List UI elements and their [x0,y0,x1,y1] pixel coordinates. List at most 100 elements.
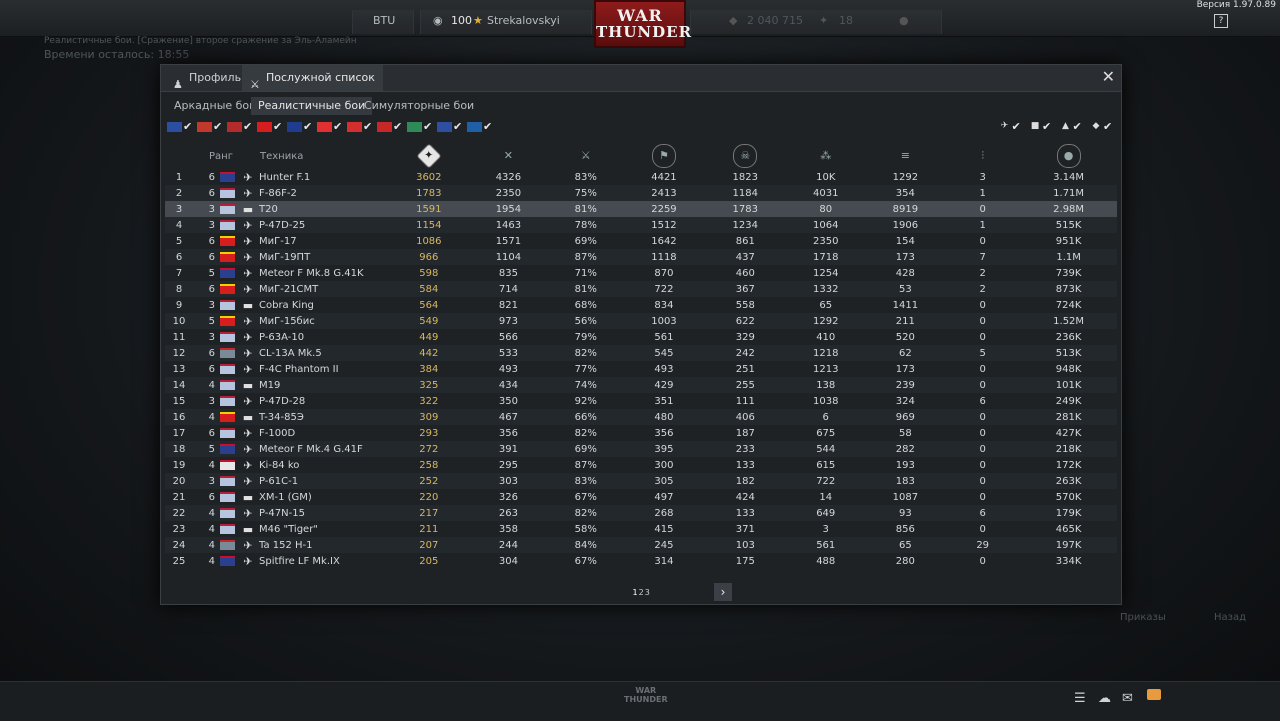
row-stat: 172K [1055,459,1082,471]
table-row[interactable]: 8 6 ✈ МиГ-21СМТ 584 714 81% 722 367 1332 53 2 873K [165,281,1117,297]
col-deaths[interactable]: ☠ [705,143,786,169]
table-row[interactable]: 18 5 ✈ Meteor F Mk.4 G.41F 272 391 69% 395 233 54… [165,441,1117,457]
country-flag-icon[interactable] [467,122,482,132]
mode-tab-arcade[interactable]: Аркадные бои [167,97,263,115]
row-stat: 1718 [785,249,866,265]
table-row[interactable]: 7 5 ✈ Meteor F Mk.8 G.41K 598 835 71% 870 460 125… [165,265,1117,281]
col-time[interactable]: ● [1020,143,1117,169]
check-icon[interactable]: ✔ [393,121,406,133]
table-row[interactable]: 23 4 ▬ M46 "Tiger" 211 358 58% 415 371 3 856 0 465K [165,521,1117,537]
back-button[interactable]: Назад [1214,612,1246,623]
table-row[interactable]: 14 4 ▬ M19 325 434 74% 429 255 138 239 0 101K [165,377,1117,393]
row-stat: 1.1M [1020,249,1117,265]
page-1[interactable]: 1 [633,588,638,597]
table-row[interactable]: 1 6 ✈ Hunter F.1 3602 4326 83% 4421 1823 10K 1292 3… [165,169,1117,185]
table-row[interactable]: 20 3 ✈ P-61C-1 252 303 83% 305 182 722 183 0 263K [165,473,1117,489]
check-icon[interactable]: ✔ [243,121,256,133]
table-row[interactable]: 3 3 ▬ T20 1591 1954 81% 2259 1783 80 8919 0 2.98M [165,201,1117,217]
currency-segment[interactable]: BTU [352,10,414,34]
country-flag-icon[interactable] [347,122,362,132]
row-flag [217,329,237,345]
squad-icon[interactable]: ☁ [1098,691,1111,706]
currency-bar[interactable]: ◆ 2 040 715 ✦ 18 ● [690,10,942,34]
country-flag-icon[interactable] [167,122,182,132]
row-stat: 304 [498,555,518,567]
spaa-filter-icon[interactable]: ▲ [1060,121,1072,133]
table-row[interactable]: 25 4 ✈ Spitfire LF Mk.IX 205 304 67% 314 175 488 2… [165,553,1117,569]
page-3[interactable]: 3 [645,588,650,597]
table-row[interactable]: 19 4 ✈ Ki-84 ko 258 295 87% 300 133 615 193 0 172K [165,457,1117,473]
table-row[interactable]: 5 6 ✈ МиГ-17 1086 1571 69% 1642 861 2350 154 0 951K [165,233,1117,249]
check-icon[interactable]: ✔ [1012,121,1025,133]
table-row[interactable]: 6 6 ✈ МиГ-19ПТ 966 1104 87% 1118 437 1718 173 7 1.1M [165,249,1117,265]
player-segment[interactable]: ◉ 100 ★ Strekalovskyi [420,10,592,34]
tab-service-record[interactable]: ⚔ Послужной список [242,65,383,91]
row-stat: 873K [1020,281,1117,297]
mail-icon[interactable] [1147,689,1161,700]
col-spawns[interactable]: ✕ [469,143,549,169]
check-icon[interactable]: ✔ [273,121,286,133]
country-flag-icon[interactable] [437,122,452,132]
check-icon[interactable]: ✔ [1042,121,1055,133]
row-stat: 309 [389,409,469,425]
country-flag-icon[interactable] [257,122,272,132]
row-stat: 856 [895,523,915,535]
table-row[interactable]: 12 6 ✈ CL-13A Mk.5 442 533 82% 545 242 1218 62 5 513… [165,345,1117,361]
row-stat: 410 [816,331,836,343]
tab-profile[interactable]: ♟ Профиль [165,65,249,91]
check-icon[interactable]: ✔ [213,121,226,133]
check-icon[interactable]: ✔ [363,121,376,133]
table-row[interactable]: 13 6 ✈ F-4C Phantom II 384 493 77% 493 251 1213 17… [165,361,1117,377]
orders-button[interactable]: Приказы [1120,612,1166,623]
col-ground-kills[interactable]: ≡ [866,143,946,169]
check-icon[interactable]: ✔ [333,121,346,133]
country-flag-icon[interactable] [287,122,302,132]
mode-tab-simulator[interactable]: Симуляторные бои [357,97,481,115]
page-2[interactable]: 2 [639,588,644,597]
col-rank[interactable]: Ранг [193,143,237,169]
aircraft-filter-icon[interactable]: ✈ [999,121,1011,133]
country-flag-icon[interactable] [407,122,422,132]
check-icon[interactable]: ✔ [483,121,496,133]
ship-filter-icon[interactable]: ◆ [1090,121,1102,133]
table-row[interactable]: 16 4 ▬ T-34-85Э 309 467 66% 480 406 6 969 0 281K [165,409,1117,425]
col-flights[interactable]: ⚑ [623,143,704,169]
table-row[interactable]: 15 3 ✈ P-47D-28 322 350 92% 351 111 1038 324 6 249K [165,393,1117,409]
country-flag-icon[interactable] [197,122,212,132]
country-flag-icon[interactable] [377,122,392,132]
table-row[interactable]: 22 4 ✈ P-47N-15 217 263 82% 268 133 649 93 6 179K [165,505,1117,521]
table-row[interactable]: 4 3 ✈ P-47D-25 1154 1463 78% 1512 1234 1064 1906 1 5… [165,217,1117,233]
check-icon[interactable]: ✔ [183,121,196,133]
check-icon[interactable]: ✔ [423,121,436,133]
help-button[interactable]: ? [1214,14,1228,28]
row-stat: 293 [419,427,439,439]
row-vehicle: F-86F-2 [259,185,389,201]
col-battles[interactable]: ✦ [389,143,469,169]
row-stat: 442 [389,345,469,361]
check-icon[interactable]: ✔ [453,121,466,133]
row-stat: 428 [895,267,915,279]
check-icon[interactable]: ✔ [1073,121,1086,133]
table-row[interactable]: 17 6 ✈ F-100D 293 356 82% 356 187 675 58 0 427K [165,425,1117,441]
table-row[interactable]: 10 5 ✈ МиГ-15бис 549 973 56% 1003 622 1292 211 0 1.5… [165,313,1117,329]
check-icon[interactable]: ✔ [303,121,316,133]
war-thunder-logo[interactable]: WAR THUNDER [594,0,691,48]
mode-tab-realistic[interactable]: Реалистичные бои [251,97,373,115]
table-row[interactable]: 9 3 ▬ Cobra King 564 821 68% 834 558 65 1411 0 724K [165,297,1117,313]
col-victory-ratio[interactable]: ⚔ [548,143,623,169]
col-naval-kills[interactable]: ⫶ [945,143,1020,169]
chat-icon[interactable]: ✉ [1122,691,1133,706]
table-row[interactable]: 11 3 ✈ P-63A-10 449 566 79% 561 329 410 520 0 236K [165,329,1117,345]
list-icon[interactable]: ☰ [1074,691,1086,706]
table-row[interactable]: 21 6 ▬ XM-1 (GM) 220 326 67% 497 424 14 1087 0 570K [165,489,1117,505]
col-air-kills[interactable]: ⁂ [786,143,866,169]
check-icon[interactable]: ✔ [1103,121,1116,133]
table-row[interactable]: 2 6 ✈ F-86F-2 1783 2350 75% 2413 1184 4031 354 1 1.7… [165,185,1117,201]
close-icon[interactable]: ✕ [1102,69,1115,85]
next-page-button[interactable]: › [714,583,732,601]
country-flag-icon[interactable] [227,122,242,132]
country-flag-icon[interactable] [317,122,332,132]
table-row[interactable]: 24 4 ✈ Ta 152 H-1 207 244 84% 245 103 561 65 29 197K [165,537,1117,553]
col-vehicle[interactable]: Техника [259,143,389,169]
tank-filter-icon[interactable]: ■ [1029,121,1041,133]
